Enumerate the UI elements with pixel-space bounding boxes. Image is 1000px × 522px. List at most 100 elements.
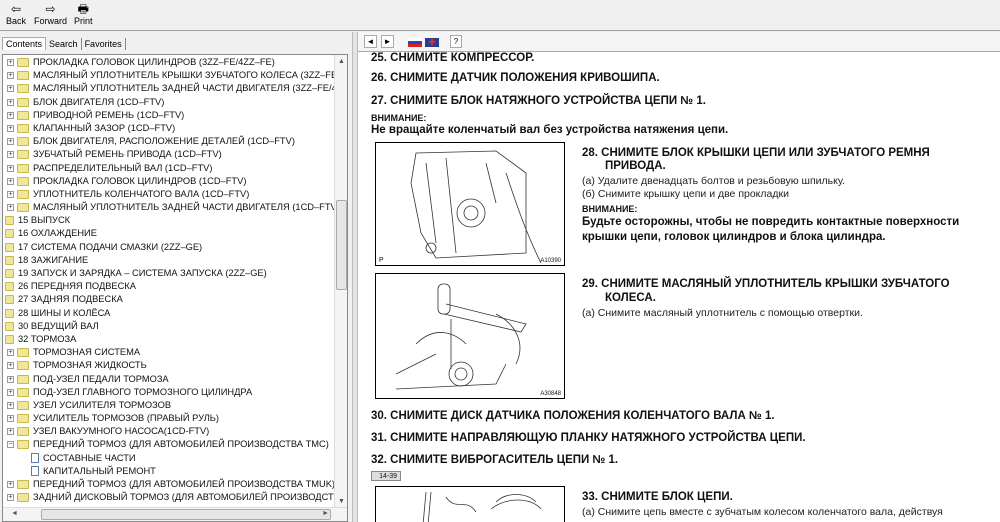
- tree-item[interactable]: 28 ШИНЫ И КОЛЁСА: [3, 307, 336, 320]
- tree-item[interactable]: КАПИТАЛЬНЫЙ РЕМОНТ: [3, 465, 336, 478]
- tab-search[interactable]: Search: [46, 38, 82, 50]
- book-icon: [5, 216, 14, 226]
- tree-item-label: КАПИТАЛЬНЫЙ РЕМОНТ: [43, 465, 156, 476]
- forward-button[interactable]: ⇨ Forward: [34, 2, 67, 26]
- book-icon: [5, 229, 14, 239]
- expand-icon[interactable]: +: [7, 98, 14, 106]
- tree-item[interactable]: 32 ТОРМОЗА: [3, 333, 336, 346]
- tree-item[interactable]: + РАСПРЕДЕЛИТЕЛЬНЫЙ ВАЛ (1CD–FTV): [3, 162, 336, 175]
- tree-item[interactable]: + ПРОКЛАДКА ГОЛОВОК ЦИЛИНДРОВ (1CD–FTV): [3, 175, 336, 188]
- folder-icon: [17, 203, 29, 213]
- expand-icon[interactable]: +: [7, 190, 14, 198]
- tree-item[interactable]: + ПОД-УЗЕЛ ПЕДАЛИ ТОРМОЗА: [3, 373, 336, 386]
- tree-item[interactable]: + УЗЕЛ УСИЛИТЕЛЯ ТОРМОЗОВ: [3, 399, 336, 412]
- tree-item[interactable]: + МАСЛЯНЫЙ УПЛОТНИТЕЛЬ КРЫШКИ ЗУБЧАТОГО К…: [3, 69, 336, 82]
- back-button[interactable]: ⇦ Back: [6, 2, 26, 26]
- tree-item[interactable]: + ПОД-УЗЕЛ ГЛАВНОГО ТОРМОЗНОГО ЦИЛИНДРА: [3, 386, 336, 399]
- english-flag-icon[interactable]: ✚: [425, 38, 439, 47]
- folder-icon: [17, 361, 29, 371]
- expand-icon[interactable]: +: [7, 481, 14, 489]
- tree-item[interactable]: + ТОРМОЗНАЯ ЖИДКОСТЬ: [3, 359, 336, 372]
- expand-icon[interactable]: +: [7, 72, 14, 80]
- tree-item-label: ПЕРЕДНИЙ ТОРМОЗ (ДЛЯ АВТОМОБИЛЕЙ ПРОИЗВО…: [33, 439, 329, 450]
- horizontal-scrollbar[interactable]: ◄ ►: [3, 507, 347, 521]
- expand-icon[interactable]: −: [7, 441, 14, 449]
- expand-icon[interactable]: +: [7, 85, 14, 93]
- tree-item-label: 15 ВЫПУСК: [18, 215, 71, 226]
- tree-item[interactable]: + БЛОК ДВИГАТЕЛЯ, РАСПОЛОЖЕНИЕ ДЕТАЛЕЙ (1…: [3, 135, 336, 148]
- tree-item[interactable]: 26 ПЕРЕДНЯЯ ПОДВЕСКА: [3, 280, 336, 293]
- expand-icon[interactable]: +: [7, 401, 14, 409]
- expand-icon[interactable]: +: [7, 204, 14, 212]
- tree-item-label: ПРОКЛАДКА ГОЛОВОК ЦИЛИНДРОВ (3ZZ–FE/4ZZ–…: [33, 57, 275, 67]
- tree-item-label: ПРИВОДНОЙ РЕМЕНЬ (1CD–FTV): [33, 109, 185, 120]
- print-button[interactable]: 🖶 Print: [74, 2, 93, 26]
- tree-item[interactable]: − ПЕРЕДНИЙ ТОРМОЗ (ДЛЯ АВТОМОБИЛЕЙ ПРОИЗВ…: [3, 438, 336, 451]
- folder-icon: [17, 374, 29, 384]
- printer-icon: 🖶: [77, 2, 89, 16]
- contents-tree: + ПРОКЛАДКА ГОЛОВОК ЦИЛИНДРОВ (3ZZ–FE/4ZZ…: [2, 54, 348, 522]
- tree-item[interactable]: 27 ЗАДНЯЯ ПОДВЕСКА: [3, 293, 336, 306]
- expand-icon[interactable]: +: [7, 111, 14, 119]
- tree-item[interactable]: + МАСЛЯНЫЙ УПЛОТНИТЕЛЬ ЗАДНЕЙ ЧАСТИ ДВИГА…: [3, 201, 336, 214]
- chain-drawing-icon: [422, 491, 542, 522]
- expand-icon[interactable]: +: [7, 388, 14, 396]
- tree-item[interactable]: + ТОРМОЗНАЯ СИСТЕМА: [3, 346, 336, 359]
- folder-icon: [17, 387, 29, 397]
- expand-icon[interactable]: +: [7, 494, 14, 502]
- expand-icon[interactable]: +: [7, 59, 14, 67]
- back-arrow-icon: ⇦: [10, 2, 22, 16]
- tree-item-label: СОСТАВНЫЕ ЧАСТИ: [43, 452, 136, 463]
- tree-item[interactable]: + ЗАДНИЙ ДИСКОВЫЙ ТОРМОЗ (ДЛЯ АВТОМОБИЛЕЙ…: [3, 491, 336, 504]
- expand-icon[interactable]: +: [7, 362, 14, 370]
- folder-icon: [17, 58, 29, 68]
- expand-icon[interactable]: +: [7, 164, 14, 172]
- expand-icon[interactable]: +: [7, 124, 14, 132]
- tree-item[interactable]: 19 ЗАПУСК И ЗАРЯДКА – СИСТЕМА ЗАПУСКА (2…: [3, 267, 336, 280]
- tree-item[interactable]: + КЛАПАННЫЙ ЗАЗОР (1CD–FTV): [3, 122, 336, 135]
- book-icon: [5, 321, 14, 331]
- tab-favorites[interactable]: Favorites: [82, 38, 126, 50]
- tree-item[interactable]: + УСИЛИТЕЛЬ ТОРМОЗОВ (ПРАВЫЙ РУЛЬ): [3, 412, 336, 425]
- expand-icon[interactable]: +: [7, 349, 14, 357]
- prev-page-button[interactable]: ◄: [364, 35, 377, 48]
- tree-item[interactable]: СОСТАВНЫЕ ЧАСТИ: [3, 452, 336, 465]
- tree-item-label: 30 ВЕДУЩИЙ ВАЛ: [18, 320, 99, 331]
- help-icon[interactable]: ?: [450, 35, 462, 48]
- vertical-scrollbar[interactable]: ▲ ▼: [334, 55, 347, 507]
- navigation-pane: Contents Search Favorites + ПРОКЛАДКА ГОЛОВ…: [0, 32, 352, 522]
- expand-icon[interactable]: +: [7, 375, 14, 383]
- folder-icon: [17, 427, 29, 437]
- tree-item[interactable]: + МАСЛЯНЫЙ УПЛОТНИТЕЛЬ ЗАДНЕЙ ЧАСТИ ДВИГА…: [3, 82, 336, 95]
- tree-item[interactable]: 17 СИСТЕМА ПОДАЧИ СМАЗКИ (2ZZ–GE): [3, 241, 336, 254]
- tree-item[interactable]: + ПРОКЛАДКА ГОЛОВОК ЦИЛИНДРОВ (3ZZ–FE/4ZZ…: [3, 56, 336, 69]
- expand-icon[interactable]: +: [7, 151, 14, 159]
- tree-item[interactable]: + УЗЕЛ ВАКУУМНОГО НАСОСА(1CD-FTV): [3, 425, 336, 438]
- folder-icon: [17, 400, 29, 410]
- tree-item[interactable]: + УПЛОТНИТЕЛЬ КОЛЕНЧАТОГО ВАЛА (1CD–FTV): [3, 188, 336, 201]
- folder-icon: [17, 176, 29, 186]
- tree-item[interactable]: 16 ОХЛАЖДЕНИЕ: [3, 227, 336, 240]
- expand-icon[interactable]: +: [7, 138, 14, 146]
- folder-icon: [17, 493, 29, 503]
- tree-item[interactable]: 18 ЗАЖИГАНИЕ: [3, 254, 336, 267]
- next-page-button[interactable]: ►: [381, 35, 394, 48]
- tree-item[interactable]: + ПЕРЕДНИЙ ТОРМОЗ (ДЛЯ АВТОМОБИЛЕЙ ПРОИЗВ…: [3, 478, 336, 491]
- expand-icon[interactable]: +: [7, 415, 14, 423]
- expand-icon[interactable]: +: [7, 428, 14, 436]
- tab-contents[interactable]: Contents: [2, 37, 47, 50]
- tree-item-label: ТОРМОЗНАЯ СИСТЕМА: [33, 347, 141, 358]
- russian-flag-icon[interactable]: [408, 38, 422, 47]
- folder-icon: [17, 123, 29, 133]
- tree-item-label: ПРОКЛАДКА ГОЛОВОК ЦИЛИНДРОВ (1CD–FTV): [33, 175, 247, 186]
- tree-item[interactable]: + ЗУБЧАТЫЙ РЕМЕНЬ ПРИВОДА (1CD–FTV): [3, 148, 336, 161]
- tree-item[interactable]: 15 ВЫПУСК: [3, 214, 336, 227]
- expand-icon[interactable]: +: [7, 177, 14, 185]
- tree-item[interactable]: + ПРИВОДНОЙ РЕМЕНЬ (1CD–FTV): [3, 109, 336, 122]
- tree-item-label: УСИЛИТЕЛЬ ТОРМОЗОВ (ПРАВЫЙ РУЛЬ): [33, 413, 219, 424]
- tree-item[interactable]: 30 ВЕДУЩИЙ ВАЛ: [3, 320, 336, 333]
- tree-item-label: МАСЛЯНЫЙ УПЛОТНИТЕЛЬ ЗАДНЕЙ ЧАСТИ ДВИГАТ…: [33, 202, 336, 213]
- toolbar: ⇦ Back ⇨ Forward 🖶 Print: [0, 0, 1000, 31]
- book-icon: [5, 255, 14, 265]
- tree-item[interactable]: + БЛОК ДВИГАТЕЛЯ (1CD–FTV): [3, 96, 336, 109]
